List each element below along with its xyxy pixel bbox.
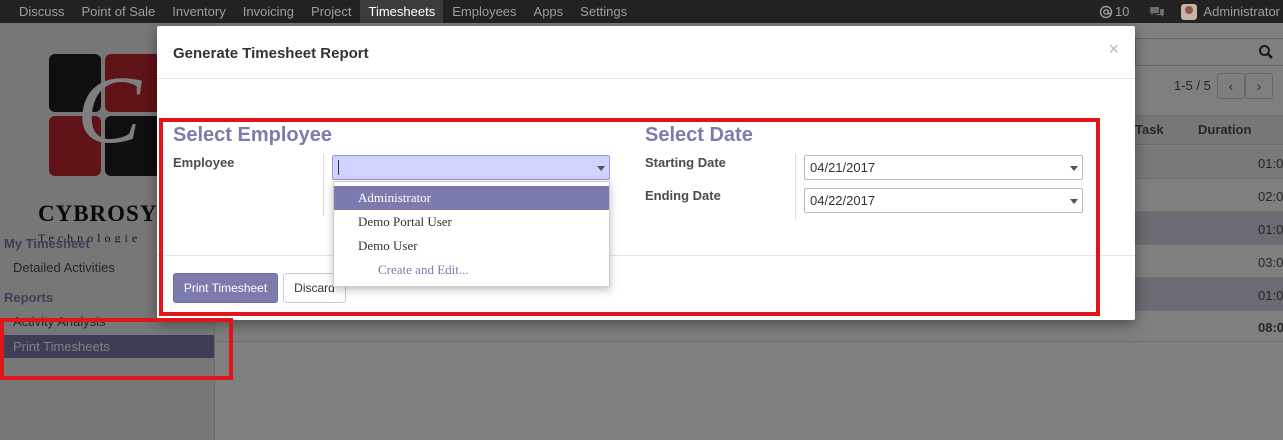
app-menu: Discuss Point of Sale Inventory Invoicin…	[10, 0, 635, 23]
user-name: Administrator	[1203, 4, 1280, 19]
caret-down-icon[interactable]	[597, 166, 605, 171]
employee-field[interactable]	[332, 155, 610, 180]
starting-date-field[interactable]: 04/21/2017	[804, 155, 1083, 180]
menu-timesheets[interactable]: Timesheets	[359, 0, 444, 23]
mentions-button[interactable]: 10	[1099, 4, 1129, 19]
menu-point-of-sale[interactable]: Point of Sale	[73, 0, 164, 23]
ending-date-field[interactable]: 04/22/2017	[804, 188, 1083, 213]
close-icon[interactable]: ×	[1108, 39, 1119, 60]
at-icon	[1099, 5, 1113, 18]
dialog-footer-divider	[157, 255, 1135, 256]
select-employee-heading: Select Employee	[173, 124, 332, 146]
field-separator	[323, 154, 324, 216]
caret-down-icon[interactable]	[1070, 166, 1078, 171]
text-cursor	[338, 160, 339, 175]
dropdown-option-demo-user[interactable]: Demo User	[334, 234, 609, 258]
employee-label: Employee	[173, 155, 235, 170]
menu-inventory[interactable]: Inventory	[163, 0, 233, 23]
avatar	[1181, 3, 1198, 20]
dropdown-create-and-edit[interactable]: Create and Edit...	[334, 258, 609, 282]
user-menu[interactable]: Administrator	[1181, 3, 1283, 20]
top-navbar: Discuss Point of Sale Inventory Invoicin…	[0, 0, 1283, 23]
starting-date-label: Starting Date	[645, 155, 726, 170]
menu-project[interactable]: Project	[302, 0, 359, 23]
select-date-heading: Select Date	[645, 124, 753, 146]
chat-icon[interactable]	[1149, 6, 1165, 18]
generate-timesheet-dialog: Generate Timesheet Report × Select Emplo…	[157, 26, 1135, 320]
dialog-title: Generate Timesheet Report	[173, 45, 369, 62]
menu-invoicing[interactable]: Invoicing	[234, 0, 302, 23]
dialog-header: Generate Timesheet Report ×	[157, 26, 1135, 79]
menu-employees[interactable]: Employees	[443, 0, 524, 23]
menu-settings[interactable]: Settings	[571, 0, 635, 23]
employee-autocomplete-dropdown: Administrator Demo Portal User Demo User…	[333, 181, 610, 287]
systray: 10 Administrator	[1099, 0, 1283, 23]
print-timesheet-button[interactable]: Print Timesheet	[173, 273, 278, 303]
dropdown-option-demo-portal-user[interactable]: Demo Portal User	[334, 210, 609, 234]
ending-date-value: 04/22/2017	[810, 193, 876, 208]
starting-date-value: 04/21/2017	[810, 160, 876, 175]
ending-date-label: Ending Date	[645, 188, 721, 203]
field-separator	[795, 154, 796, 220]
mentions-count: 10	[1114, 4, 1130, 19]
dropdown-option-administrator[interactable]: Administrator	[334, 186, 609, 210]
menu-discuss[interactable]: Discuss	[10, 0, 73, 23]
menu-apps[interactable]: Apps	[525, 0, 572, 23]
caret-down-icon[interactable]	[1070, 199, 1078, 204]
